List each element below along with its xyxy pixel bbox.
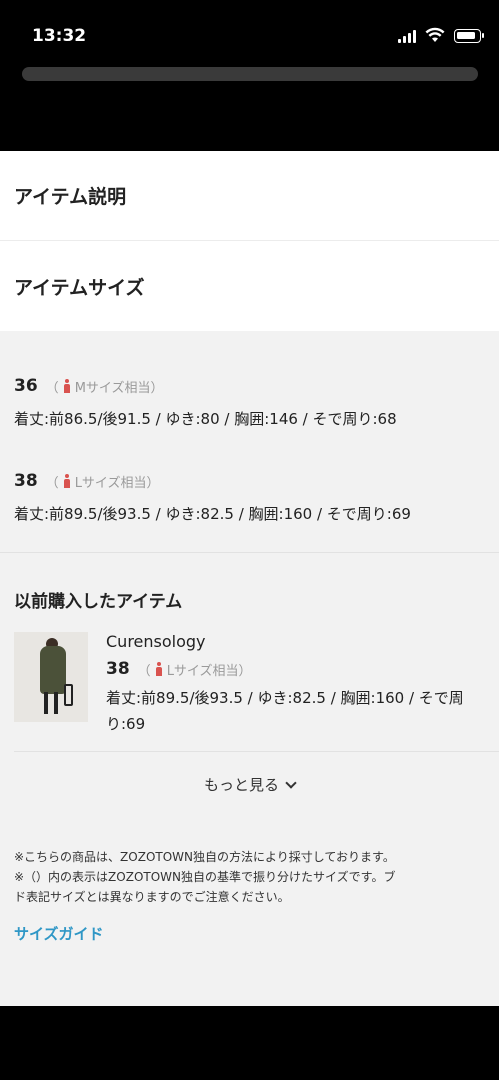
section-list: アイテム説明 アイテムサイズ (0, 151, 499, 331)
size-guide-link[interactable]: サイズガイド (0, 923, 499, 944)
previous-item-size: 38 （ Lサイズ相当 ） (106, 659, 464, 679)
chevron-down-icon (285, 776, 297, 789)
wifi-icon (425, 27, 445, 42)
size-entry-36: 36 （ Mサイズ相当 ） 着丈:前86.5/後91.5 / ゆき:80 / 胸… (0, 376, 499, 429)
hint-open-paren: （ (137, 663, 151, 679)
previous-purchases-title: 以前購入したアイテム (14, 592, 183, 612)
status-bar: 13:32 (0, 0, 499, 81)
size-hint: （ Mサイズ相当 ） (46, 377, 164, 396)
size-hint: （ Lサイズ相当 ） (46, 472, 160, 491)
size-number: 36 (14, 376, 38, 396)
hint-open-paren: （ (45, 380, 59, 396)
hint-open-paren: （ (45, 475, 59, 491)
size-notes: ※こちらの商品は、ZOZOTOWN独自の方法により採寸しております。 ※（）内の… (0, 847, 499, 907)
previous-purchase-item[interactable]: Curensology 38 （ Lサイズ相当 ） 着丈:前89.5/後93.5… (0, 632, 499, 737)
note-line: ※こちらの商品は、ZOZOTOWN独自の方法により採寸しております。 (14, 850, 395, 864)
size-detail: 着丈:前86.5/後91.5 / ゆき:80 / 胸囲:146 / そで周り:6… (14, 410, 397, 428)
bottom-bar (0, 1006, 499, 1080)
note-line: ※（）内の表示はZOZOTOWN独自の基準で振り分けたサイズです。ブ (14, 870, 396, 884)
hint-text: Mサイズ相当 (74, 380, 151, 396)
show-more-label: もっと見る (203, 776, 279, 794)
hint-text: Lサイズ相当 (166, 663, 239, 679)
brand-name: Curensology (106, 632, 206, 651)
battery-icon (454, 29, 484, 43)
status-time: 13:32 (32, 26, 87, 46)
item-description-row[interactable]: アイテム説明 (0, 151, 499, 241)
hint-close-paren: ） (146, 475, 160, 491)
size-header: 36 （ Mサイズ相当 ） (14, 376, 485, 396)
note-line: ド表記サイズとは異なりますのでご注意ください。 (14, 890, 290, 904)
previous-item-detail-cont: り:69 (106, 715, 146, 733)
sheet-grab-handle[interactable] (22, 67, 478, 81)
previous-item-info: Curensology 38 （ Lサイズ相当 ） 着丈:前89.5/後93.5… (106, 632, 464, 737)
size-header: 38 （ Lサイズ相当 ） (14, 471, 485, 491)
person-icon (63, 474, 71, 488)
signal-icon (398, 30, 418, 43)
size-entry-38: 38 （ Lサイズ相当 ） 着丈:前89.5/後93.5 / ゆき:82.5 /… (0, 471, 499, 524)
size-number: 38 (106, 659, 130, 679)
item-thumbnail[interactable] (14, 632, 88, 722)
item-size-row[interactable]: アイテムサイズ (0, 241, 499, 331)
show-more-button[interactable]: もっと見る (0, 774, 499, 795)
person-icon (155, 662, 163, 676)
previous-item-detail: 着丈:前89.5/後93.5 / ゆき:82.5 / 胸囲:160 / そで周 (106, 689, 464, 707)
size-detail: 着丈:前89.5/後93.5 / ゆき:82.5 / 胸囲:160 / そで周り… (14, 505, 411, 523)
size-number: 38 (14, 471, 38, 491)
item-detail-panel: アイテム説明 アイテムサイズ 36 （ Mサイズ相当 ） 着丈:前86.5/後9… (0, 151, 499, 1006)
hint-close-paren: ） (150, 380, 164, 396)
person-icon (63, 379, 71, 393)
hint-text: Lサイズ相当 (74, 475, 147, 491)
size-hint: （ Lサイズ相当 ） (138, 660, 252, 679)
hint-close-paren: ） (238, 663, 252, 679)
